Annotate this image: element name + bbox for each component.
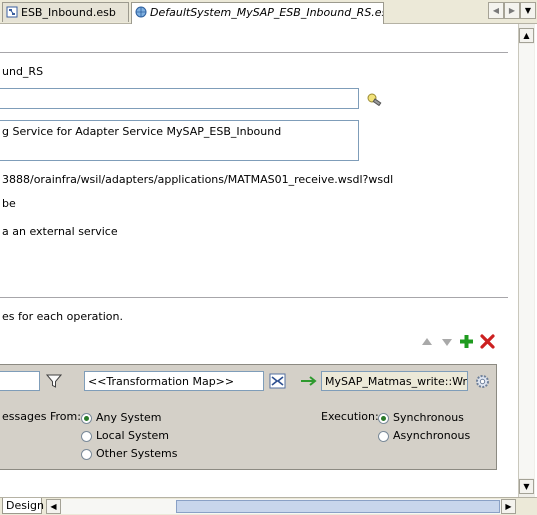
scroll-tabs-right-button[interactable]: ▶ [504, 2, 520, 19]
scroll-right-button[interactable]: ▶ [501, 499, 516, 514]
asynchronous-radio[interactable] [378, 431, 389, 442]
scroll-up-button[interactable]: ▲ [519, 28, 534, 43]
editor-tab-strip: ESB_Inbound.esb DefaultSystem_MySAP_ESB_… [0, 0, 537, 24]
local-system-label: Local System [96, 429, 170, 442]
any-system-label: Any System [96, 411, 162, 424]
external-service-label: a an external service [2, 225, 118, 238]
tab-list-dropdown-button[interactable]: ▼ [520, 2, 536, 19]
accept-messages-from-label: essages From: [2, 410, 81, 423]
tab-design[interactable]: Design [2, 498, 44, 514]
gear-icon[interactable] [475, 374, 490, 389]
routing-rule-panel: <<Transformation Map>> MySAP_Matmas_writ… [0, 364, 497, 470]
tab-esb-inbound[interactable]: ESB_Inbound.esb [2, 2, 129, 22]
other-systems-radio[interactable] [81, 449, 92, 460]
scroll-down-button[interactable]: ▼ [519, 479, 534, 494]
horizontal-scroll-thumb[interactable] [176, 500, 500, 513]
add-routing-rule-icon[interactable] [459, 334, 474, 349]
operations-hint-text: es for each operation. [2, 310, 123, 323]
flashlight-icon[interactable] [367, 92, 383, 106]
delete-routing-rule-icon[interactable] [480, 334, 495, 349]
asynchronous-label: Asynchronous [393, 429, 471, 442]
section-divider [0, 297, 508, 298]
description-textarea[interactable]: g Service for Adapter Service MySAP_ESB_… [0, 120, 359, 161]
wsdl-url-value: 3888/orainfra/wsil/adapters/applications… [2, 173, 394, 186]
tab-label: ESB_Inbound.esb [21, 6, 116, 19]
section-divider [0, 52, 508, 53]
service-type-value: be [2, 197, 16, 210]
tab-label: DefaultSystem_MySAP_ESB_Inbound_RS.esbsv… [150, 6, 383, 19]
local-system-radio[interactable] [81, 431, 92, 442]
service-editor-content: und_RS g Service for Adapter Service MyS… [0, 24, 518, 497]
route-arrow-icon [301, 376, 317, 386]
filter-icon[interactable] [46, 373, 62, 389]
vertical-scrollbar[interactable]: ▲ ▼ [518, 24, 535, 497]
execution-label: Execution: [321, 410, 379, 423]
esb-file-icon [6, 6, 18, 18]
other-systems-label: Other Systems [96, 447, 178, 460]
scroll-left-button[interactable]: ◀ [46, 499, 61, 514]
transformation-map-field[interactable]: <<Transformation Map>> [84, 371, 264, 391]
move-up-icon[interactable] [421, 337, 433, 347]
synchronous-radio[interactable] [378, 413, 389, 424]
service-name-value: und_RS [2, 65, 44, 78]
synchronous-label: Synchronous [393, 411, 464, 424]
any-system-radio[interactable] [81, 413, 92, 424]
transformation-mapper-icon[interactable] [269, 373, 286, 389]
tab-default-system-service[interactable]: DefaultSystem_MySAP_ESB_Inbound_RS.esbsv… [131, 2, 384, 24]
scroll-tabs-left-button[interactable]: ◀ [488, 2, 504, 19]
target-operation-field[interactable]: MySAP_Matmas_write::Write [321, 371, 468, 391]
vertical-scroll-track[interactable] [519, 44, 534, 478]
filter-expression-field[interactable] [0, 371, 40, 391]
move-down-icon[interactable] [441, 337, 453, 347]
system-field[interactable] [0, 88, 359, 109]
service-globe-icon [135, 6, 147, 18]
bottom-bar: Design ◀ ▶ [0, 497, 537, 515]
